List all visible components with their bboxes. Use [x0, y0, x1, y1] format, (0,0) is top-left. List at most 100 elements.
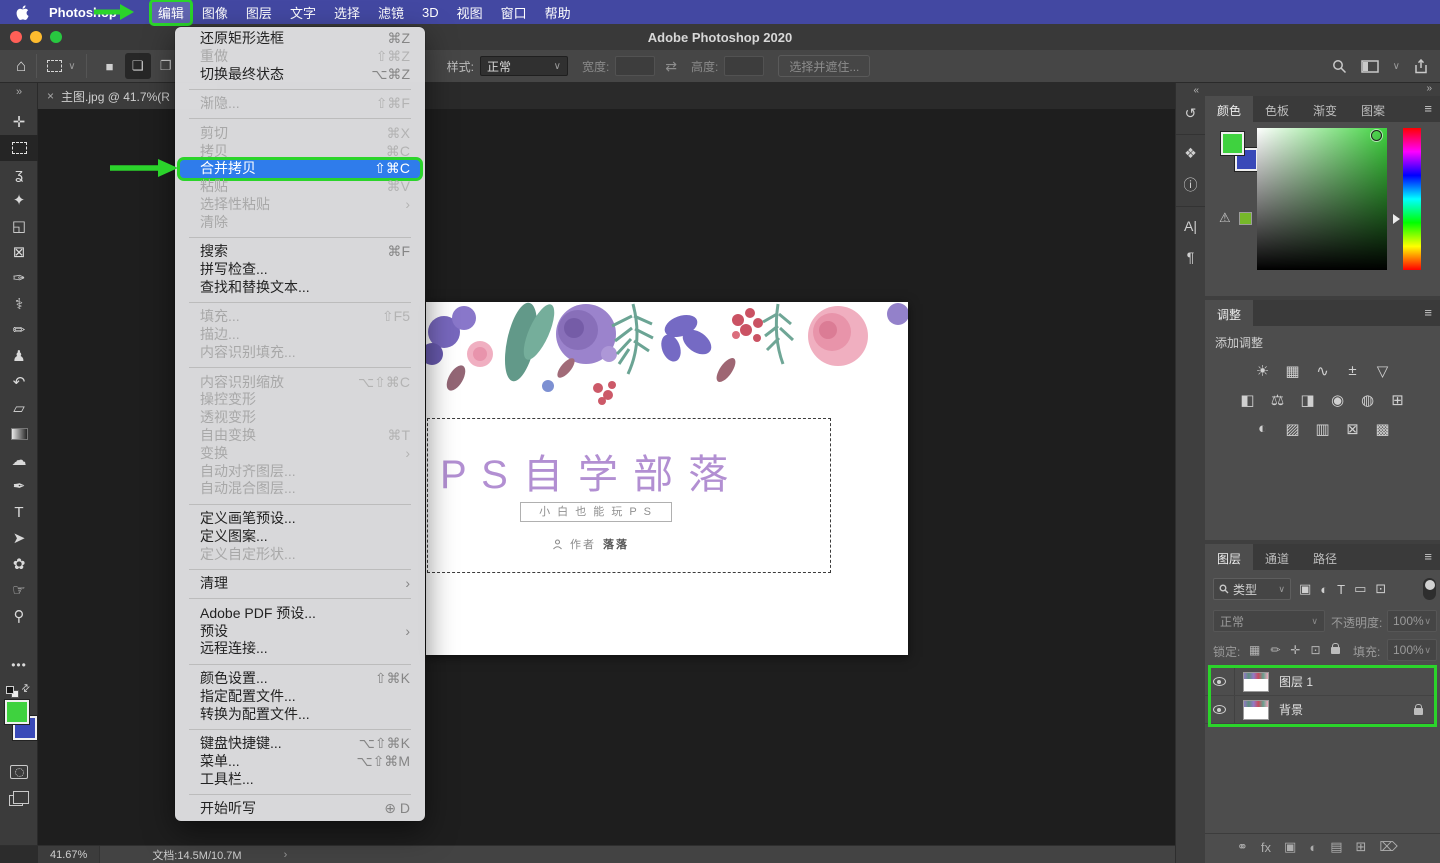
eyedropper-tool[interactable]: ✑: [0, 265, 38, 291]
crop-tool[interactable]: ◱: [0, 213, 38, 239]
menu-item-presets[interactable]: 预设›: [180, 623, 420, 641]
menu-item-remote-connections[interactable]: 远程连接...: [180, 640, 420, 658]
libraries-panel-icon[interactable]: ❖: [1176, 134, 1205, 168]
link-layers-icon[interactable]: ⚭: [1237, 839, 1248, 855]
menubar-item-window[interactable]: 窗口: [494, 1, 534, 24]
collapse-panels-icon[interactable]: «: [1176, 83, 1205, 96]
select-and-mask-button[interactable]: 选择并遮住...: [778, 55, 870, 77]
brightness-contrast-icon[interactable]: ☀: [1254, 362, 1272, 380]
lock-position-icon[interactable]: ✛: [1290, 643, 1300, 657]
magic-wand-tool[interactable]: ✦: [0, 187, 38, 213]
hue-slider-arrow[interactable]: [1393, 214, 1400, 224]
menu-item-undo[interactable]: 还原矩形选框⌘Z: [180, 30, 420, 48]
blend-mode-dropdown[interactable]: 正常 ∨: [1213, 610, 1325, 632]
menu-item-assign-profile[interactable]: 指定配置文件...: [180, 688, 420, 706]
layer-row-layer1[interactable]: 图层 1: [1205, 668, 1437, 696]
gamut-warning-icon[interactable]: ⚠: [1219, 210, 1231, 226]
edit-toolbar-icon[interactable]: •••: [0, 658, 38, 672]
zoom-tool[interactable]: ⚲: [0, 603, 38, 629]
foreground-color-swatch[interactable]: [5, 700, 29, 724]
vibrance-icon[interactable]: ▽: [1374, 362, 1392, 380]
history-brush-tool[interactable]: ↶: [0, 369, 38, 395]
tab-gradients[interactable]: 渐变: [1301, 96, 1349, 122]
apple-menu-icon[interactable]: [16, 5, 29, 20]
menu-item-color-settings[interactable]: 颜色设置...⇧⌘K: [180, 670, 420, 688]
tab-patterns[interactable]: 图案: [1349, 96, 1397, 122]
levels-icon[interactable]: ▦: [1284, 362, 1302, 380]
layer-filter-toggle[interactable]: [1423, 578, 1436, 600]
height-input[interactable]: [724, 56, 764, 76]
menu-item-convert-to-profile[interactable]: 转换为配置文件...: [180, 706, 420, 724]
expand-dock-icon[interactable]: »: [1205, 83, 1440, 96]
tab-adjustments[interactable]: 调整: [1205, 300, 1253, 326]
healing-brush-tool[interactable]: ⚕: [0, 291, 38, 317]
search-icon[interactable]: [1332, 59, 1347, 74]
add-to-selection-button[interactable]: ❏: [125, 53, 151, 79]
menu-item-define-brush-preset[interactable]: 定义画笔预设...: [180, 510, 420, 528]
app-menu-title[interactable]: Photoshop: [49, 5, 117, 20]
default-colors-icon[interactable]: ⇄: [6, 683, 32, 697]
menubar-item-select[interactable]: 选择: [327, 1, 367, 24]
hue-saturation-icon[interactable]: ◧: [1239, 391, 1257, 409]
brush-tool[interactable]: ✏: [0, 317, 38, 343]
delete-layer-icon[interactable]: ⌦: [1379, 839, 1397, 855]
layers-panel-menu-icon[interactable]: ≡: [1424, 549, 1432, 564]
new-layer-icon[interactable]: ⊞: [1355, 839, 1366, 855]
adjustment-layer-icon[interactable]: ◐: [1309, 840, 1317, 855]
swap-dimensions-icon[interactable]: ⇄: [665, 58, 677, 75]
lasso-tool[interactable]: ʓ: [0, 161, 38, 187]
hue-slider[interactable]: [1403, 128, 1421, 270]
move-tool[interactable]: ✛: [0, 109, 38, 135]
lock-transparency-icon[interactable]: ▦: [1249, 643, 1260, 657]
color-field-picker[interactable]: [1371, 130, 1382, 141]
layer-filter-dropdown[interactable]: 类型 ∨: [1213, 578, 1291, 600]
hand-tool[interactable]: ☞: [0, 577, 38, 603]
menu-item-purge[interactable]: 清理›: [180, 575, 420, 593]
menubar-item-image[interactable]: 图像: [195, 1, 235, 24]
layer-mask-icon[interactable]: ▣: [1284, 839, 1296, 855]
menubar-item-3d[interactable]: 3D: [415, 3, 446, 22]
character-panel-icon[interactable]: A|: [1176, 206, 1205, 240]
visibility-toggle[interactable]: [1205, 696, 1235, 723]
smudge-tool[interactable]: ☁: [0, 447, 38, 473]
menu-item-toolbar-cmd[interactable]: 工具栏...: [180, 771, 420, 789]
filter-shape-layers-icon[interactable]: ▭: [1354, 581, 1366, 597]
rectangular-marquee-tool[interactable]: [0, 135, 38, 161]
tab-paths[interactable]: 路径: [1301, 544, 1349, 570]
menu-item-keyboard-shortcuts[interactable]: 键盘快捷键...⌥⇧⌘K: [180, 735, 420, 753]
color-lookup-icon[interactable]: ⊞: [1389, 391, 1407, 409]
gradient-tool[interactable]: [0, 421, 38, 447]
tab-swatches[interactable]: 色板: [1253, 96, 1301, 122]
fill-dropdown[interactable]: 100% ∨: [1387, 639, 1437, 661]
adjustments-panel-menu-icon[interactable]: ≡: [1424, 305, 1432, 320]
menu-item-search[interactable]: 搜索⌘F: [180, 243, 420, 261]
channel-mixer-icon[interactable]: ◍: [1359, 391, 1377, 409]
photo-filter-icon[interactable]: ◉: [1329, 391, 1347, 409]
menubar-item-view[interactable]: 视图: [450, 1, 490, 24]
curves-icon[interactable]: ∿: [1314, 362, 1332, 380]
quick-mask-mode-icon[interactable]: [10, 765, 28, 779]
tab-layers[interactable]: 图层: [1205, 544, 1253, 570]
color-panel-menu-icon[interactable]: ≡: [1424, 101, 1432, 116]
history-panel-icon[interactable]: ↺: [1176, 96, 1205, 130]
posterize-icon[interactable]: ▨: [1284, 420, 1302, 438]
tab-channels[interactable]: 通道: [1253, 544, 1301, 570]
menu-item-start-dictation[interactable]: 开始听写⊕ D: [180, 800, 420, 818]
info-panel-icon[interactable]: ⓘ: [1176, 168, 1205, 202]
status-chevron-icon[interactable]: ›: [284, 849, 288, 861]
home-icon[interactable]: ⌂: [16, 56, 26, 76]
exposure-icon[interactable]: ±: [1344, 362, 1362, 380]
chevron-down-icon[interactable]: ∨: [1393, 61, 1400, 72]
selective-color-icon[interactable]: ⊠: [1344, 420, 1362, 438]
filter-pixel-layers-icon[interactable]: ▣: [1299, 581, 1311, 597]
pen-tool[interactable]: ✒: [0, 473, 38, 499]
tool-preset-picker[interactable]: ∨: [47, 60, 75, 72]
filter-smart-objects-icon[interactable]: ⊡: [1375, 581, 1386, 597]
menu-item-copy-merged[interactable]: 合并拷贝⇧⌘C: [180, 160, 420, 178]
filter-type-layers-icon[interactable]: T: [1337, 582, 1345, 597]
layer-row-background[interactable]: 背景: [1205, 696, 1437, 724]
menu-item-menus[interactable]: 菜单...⌥⇧⌘M: [180, 753, 420, 771]
lock-artboard-icon[interactable]: ⊡: [1310, 643, 1320, 657]
threshold-icon[interactable]: ▥: [1314, 420, 1332, 438]
color-field[interactable]: [1257, 128, 1387, 270]
